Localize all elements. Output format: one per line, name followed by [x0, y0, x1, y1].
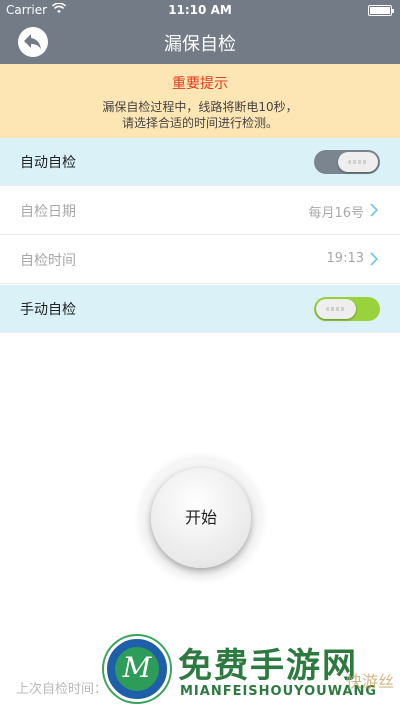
auto-check-label: 自动自检: [20, 155, 76, 171]
page-title: 漏保自检: [164, 34, 236, 55]
status-time: 11:10 AM: [168, 3, 232, 17]
navigation-bar: 漏保自检: [0, 20, 400, 64]
watermark-side: 快游丝: [345, 672, 394, 691]
notice-body: 漏保自检过程中，线路将断电10秒， 请选择合适的时间进行检测。: [0, 99, 400, 131]
toggle-knob: [316, 299, 356, 319]
manual-check-toggle[interactable]: [314, 297, 380, 321]
battery-icon: [368, 5, 394, 16]
watermark-logo-letter: M: [122, 651, 152, 684]
start-button[interactable]: 开始: [151, 468, 251, 568]
check-date-row[interactable]: 自检日期 每月16号: [0, 187, 400, 235]
manual-check-row: 手动自检: [0, 285, 400, 333]
notice-line-2: 请选择合适的时间进行检测。: [121, 116, 278, 130]
manual-check-label: 手动自检: [20, 302, 76, 318]
check-time-label: 自检时间: [20, 253, 76, 269]
auto-check-row: 自动自检: [0, 138, 400, 186]
auto-check-toggle[interactable]: [314, 150, 380, 174]
watermark-logo: M: [104, 636, 170, 702]
notice-line-1: 漏保自检过程中，线路将断电10秒，: [102, 100, 298, 114]
check-time-row[interactable]: 自检时间 19:13: [0, 236, 400, 284]
last-check-time-label: 上次自检时间：: [16, 682, 108, 697]
chevron-right-icon: [370, 203, 378, 217]
check-time-value: 19:13: [326, 251, 364, 266]
toggle-knob: [338, 152, 378, 172]
check-date-label: 自检日期: [20, 204, 76, 220]
chevron-right-icon: [370, 252, 378, 266]
check-date-value: 每月16号: [308, 206, 364, 221]
status-bar: Carrier 11:10 AM: [0, 0, 400, 20]
important-notice: 重要提示 漏保自检过程中，线路将断电10秒， 请选择合适的时间进行检测。: [0, 64, 400, 138]
notice-heading: 重要提示: [172, 76, 228, 92]
watermark-cn: 免费手游网: [178, 646, 358, 686]
